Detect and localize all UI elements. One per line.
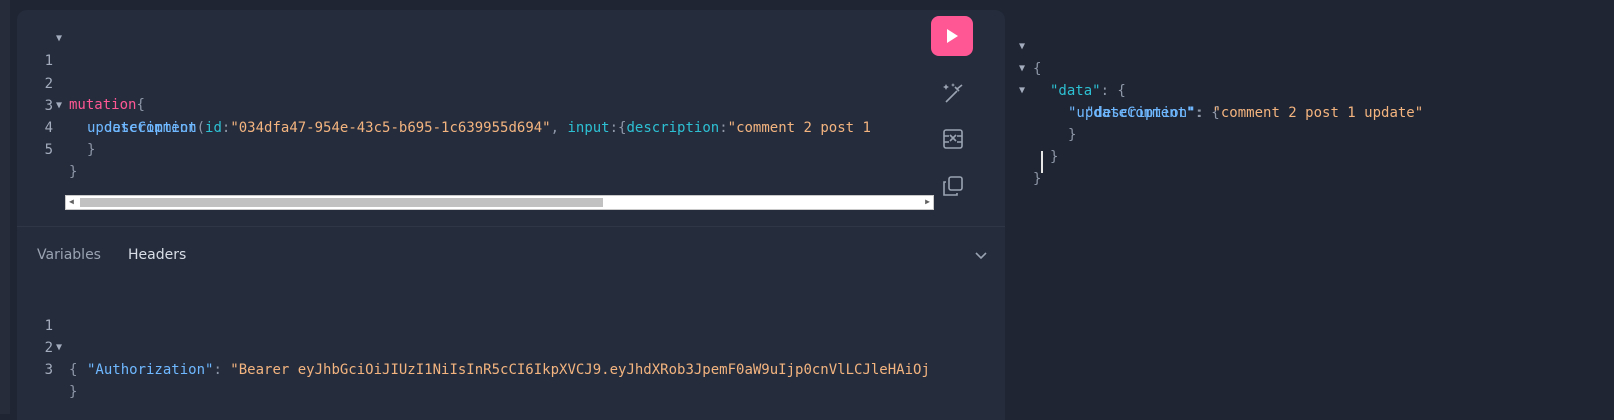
chevron-down-icon[interactable] <box>973 247 989 263</box>
fold-arrow-icon[interactable]: ▼ <box>56 28 62 50</box>
string-value: "comment 2 post 1 <box>727 120 871 136</box>
argument-name: input <box>567 120 610 136</box>
punctuation: } <box>1068 127 1077 143</box>
code-line: 3 description <box>17 73 197 136</box>
json-key: "Authorization" <box>87 362 214 378</box>
prettify-icon[interactable] <box>941 81 965 105</box>
code-line: 2 "Authorization": "Bearer eyJhbGciOiJIU… <box>17 315 930 378</box>
punctuation: { <box>136 97 145 113</box>
punctuation: : { <box>1100 83 1126 99</box>
json-key: "data" <box>1050 83 1101 99</box>
punctuation: } <box>1033 171 1042 187</box>
punctuation: : <box>1195 105 1213 121</box>
punctuation: : <box>719 120 728 136</box>
tab-variables[interactable]: Variables <box>37 247 101 263</box>
code-line: 1 ▼ { <box>17 293 78 378</box>
string-value: "034dfa47-954e-43c5-b695-1c639955d694" <box>230 120 551 136</box>
punctuation: ( <box>196 120 206 136</box>
keyword: mutation <box>69 97 137 113</box>
result-line: ▼ "data": { <box>1005 36 1126 99</box>
punctuation: } <box>87 142 96 158</box>
merge-fragments-icon[interactable] <box>941 127 965 151</box>
result-line: } <box>1005 102 1076 143</box>
result-line: } <box>1005 124 1058 165</box>
json-string-value: "Bearer eyJhbGciOiJIUzI1NiIsInR5cCI6IkpX… <box>230 362 930 378</box>
punctuation: , <box>550 120 568 136</box>
punctuation: } <box>69 164 78 180</box>
punctuation: : <box>213 362 231 378</box>
line-number: 3 <box>44 362 53 378</box>
run-button[interactable] <box>931 16 973 56</box>
result-line: ▼ "updateComment": { <box>1005 58 1220 121</box>
text-cursor <box>1041 151 1043 173</box>
result-line: } <box>1005 146 1041 187</box>
json-key: "description" <box>1086 105 1196 121</box>
code-line: 4 } <box>17 95 96 158</box>
play-icon <box>947 29 958 43</box>
code-line: 2 ▼ updateComment(id:"034dfa47-954e-43c5… <box>17 51 871 136</box>
query-editor[interactable]: 1 ▼ mutation{ 2 ▼ updateComment(id:"034d… <box>17 10 1005 226</box>
selection-field: description <box>104 120 197 136</box>
scroll-right-icon[interactable]: ▶ <box>925 197 930 206</box>
editor-panel: 1 ▼ mutation{ 2 ▼ updateComment(id:"034d… <box>17 10 1005 420</box>
punctuation: } <box>69 384 78 400</box>
json-string-value: "comment 2 post 1 update" <box>1212 105 1424 121</box>
copy-icon[interactable] <box>941 174 965 198</box>
argument-name: id <box>205 120 222 136</box>
code-line: 1 ▼ mutation{ <box>17 28 145 113</box>
left-sidebar-strip <box>0 0 10 414</box>
divider <box>17 226 1005 227</box>
punctuation: } <box>1050 149 1059 165</box>
code-line: 3 } <box>17 337 78 400</box>
tab-headers[interactable]: Headers <box>128 247 186 263</box>
argument-name: description <box>626 120 720 136</box>
line-number: 5 <box>44 142 53 158</box>
punctuation: :{ <box>609 120 627 136</box>
result-line: ▼ { <box>1005 14 1041 77</box>
horizontal-scrollbar[interactable]: ◀ ▶ <box>65 195 934 210</box>
scroll-left-icon[interactable]: ◀ <box>69 197 74 206</box>
code-line: 5 } <box>17 117 78 180</box>
scrollbar-thumb[interactable] <box>80 198 603 207</box>
result-panel: ▼ { ▼ "data": { ▼ "updateComment": { "de… <box>1005 10 1614 414</box>
punctuation: { <box>69 362 78 378</box>
result-line: "description": "comment 2 post 1 update" <box>1005 80 1423 121</box>
